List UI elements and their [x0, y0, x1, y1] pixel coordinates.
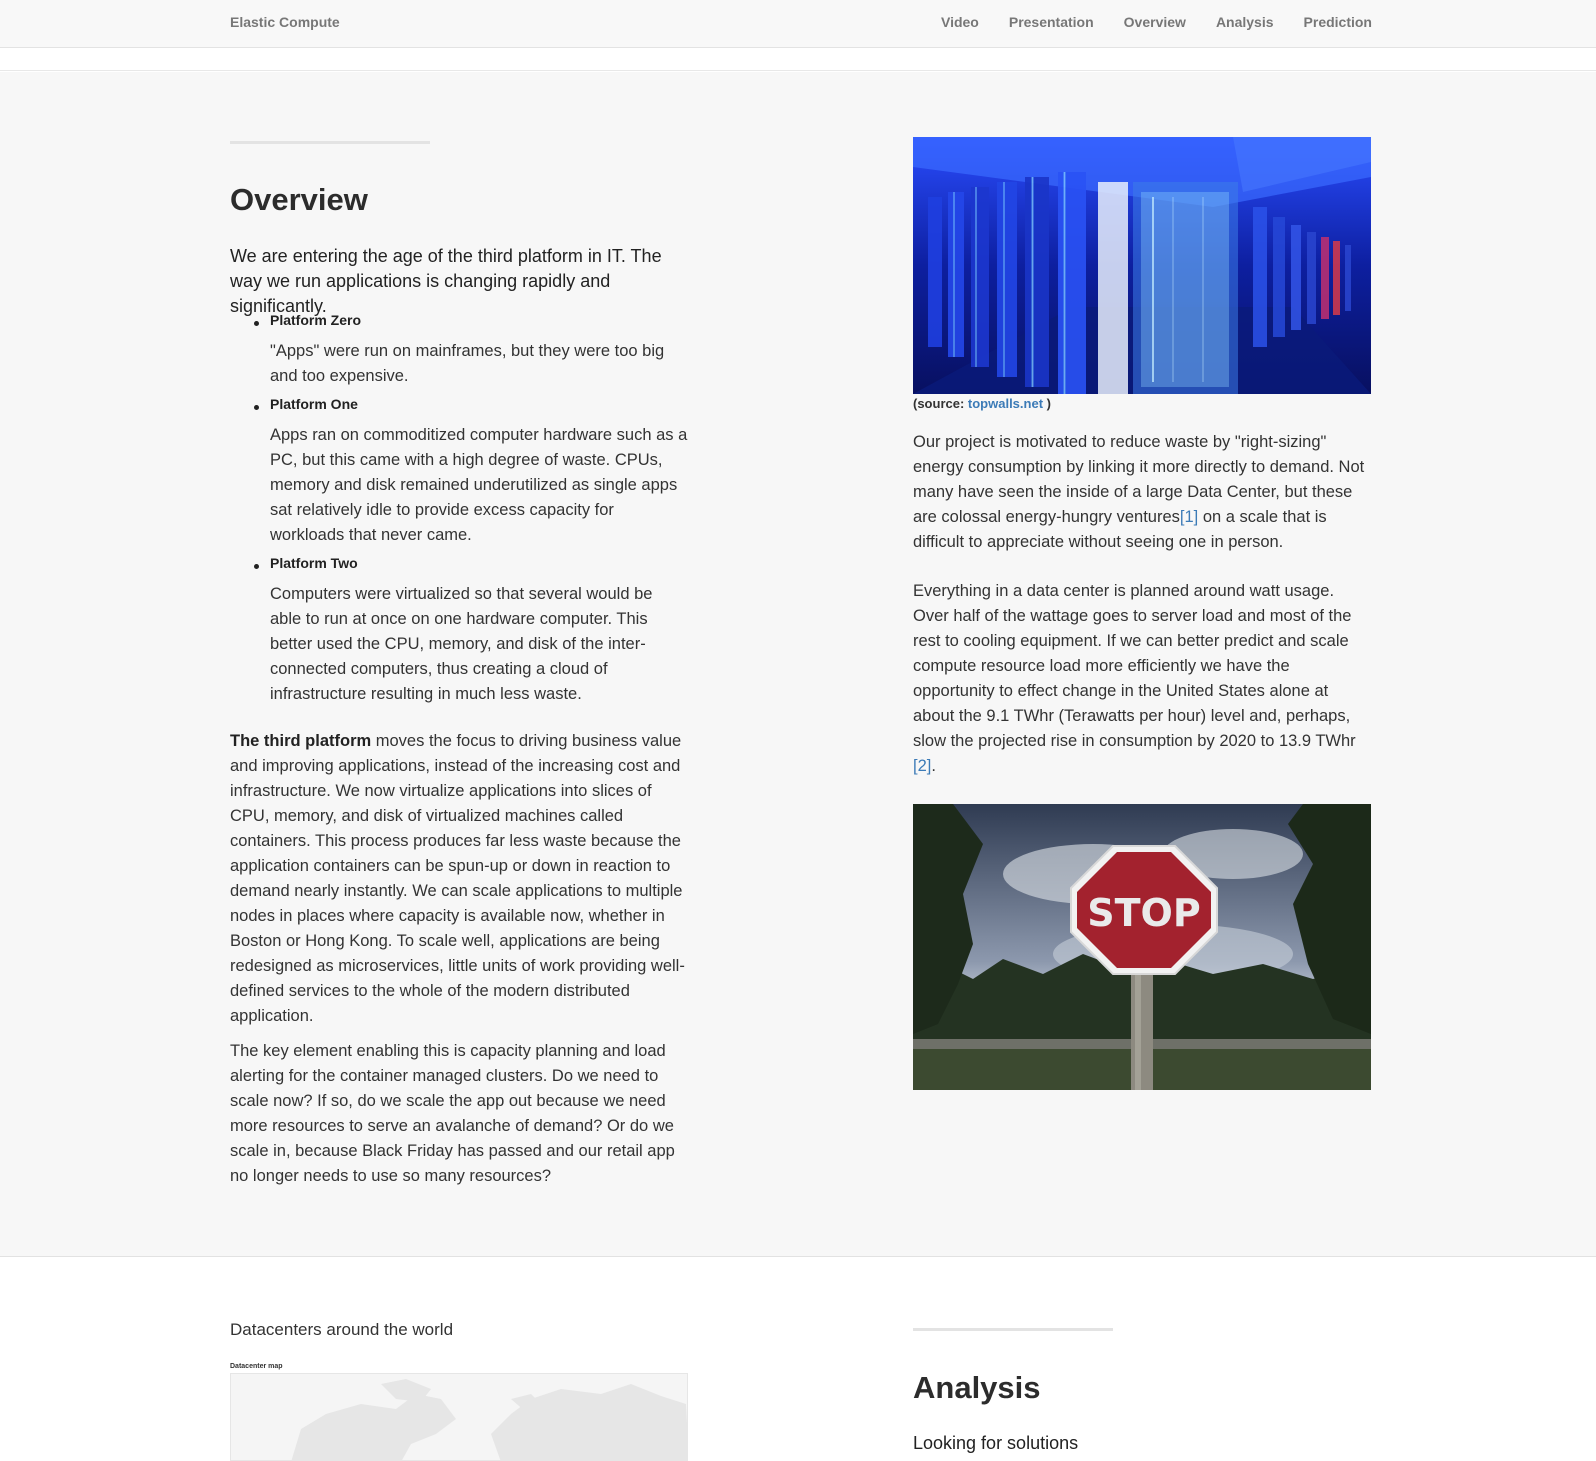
- datacenter-map[interactable]: [230, 1373, 688, 1461]
- nav-link-overview[interactable]: Overview: [1124, 14, 1186, 30]
- overview-divider: [230, 141, 690, 144]
- overview-title: Overview: [230, 182, 368, 217]
- map-label: Datacenter map: [230, 1363, 283, 1370]
- list-bullet: [254, 405, 259, 410]
- stop-sign-text: STOP: [1087, 891, 1200, 935]
- platform-one-heading: Platform One: [270, 396, 358, 412]
- nav-link-analysis[interactable]: Analysis: [1216, 14, 1274, 30]
- datacenter-photo: [913, 137, 1371, 394]
- world-map-image: [231, 1374, 687, 1460]
- map-section-title: Datacenters around the world: [230, 1320, 454, 1339]
- platform-two-heading: Platform Two: [270, 555, 358, 571]
- third-platform-text: moves the focus to driving business valu…: [230, 732, 685, 1025]
- third-platform-paragraph: The third platform moves the focus to dr…: [230, 729, 690, 1029]
- platform-zero-heading: Platform Zero: [270, 312, 362, 328]
- photo-caption: (source: topwalls.net ): [913, 396, 1051, 411]
- platform-one-text: Apps ran on commoditized computer hardwa…: [270, 426, 688, 544]
- key-element-paragraph: The key element enabling this is capacit…: [230, 1042, 675, 1185]
- watt-usage-paragraph: Everything in a data center is planned a…: [913, 579, 1371, 779]
- list-bullet: [254, 321, 259, 326]
- header-gap: [0, 49, 1596, 71]
- platform-two-text: Computers were virtualized so that sever…: [270, 585, 653, 703]
- nav-links: Video Presentation Overview Analysis Pre…: [911, 14, 1372, 30]
- watt-text-a: Everything in a data center is planned a…: [913, 582, 1356, 750]
- overview-section: Overview We are entering the age of the …: [0, 72, 1596, 1257]
- watt-text-b: .: [931, 757, 936, 775]
- stop-sign-image: STOP: [913, 804, 1371, 1090]
- caption-suffix: ): [1043, 396, 1051, 411]
- nav-link-video[interactable]: Video: [941, 14, 979, 30]
- datacenter-image: [913, 137, 1371, 394]
- brand-link[interactable]: Elastic Compute: [230, 14, 340, 30]
- list-bullet: [254, 564, 259, 569]
- third-platform-bold: The third platform: [230, 732, 372, 750]
- nav-link-presentation[interactable]: Presentation: [1009, 14, 1094, 30]
- overview-lead: We are entering the age of the third pla…: [230, 246, 662, 316]
- caption-prefix: (source:: [913, 396, 968, 411]
- analysis-divider: [913, 1328, 1113, 1331]
- analysis-subtitle: Looking for solutions: [913, 1433, 1079, 1453]
- analysis-title: Analysis: [913, 1370, 1041, 1405]
- caption-source-link[interactable]: topwalls.net: [968, 396, 1043, 411]
- top-navbar: Elastic Compute Video Presentation Overv…: [0, 0, 1596, 48]
- stop-sign-photo: STOP: [913, 804, 1371, 1090]
- motivation-paragraph: Our project is motivated to reduce waste…: [913, 430, 1371, 555]
- nav-link-prediction[interactable]: Prediction: [1304, 14, 1372, 30]
- reference-link-1[interactable]: [1]: [1180, 508, 1198, 526]
- platform-list: Platform Zero "Apps" were run on mainfra…: [230, 312, 690, 782]
- platform-zero-text: "Apps" were run on mainframes, but they …: [270, 342, 665, 385]
- reference-link-2[interactable]: [2]: [913, 757, 931, 775]
